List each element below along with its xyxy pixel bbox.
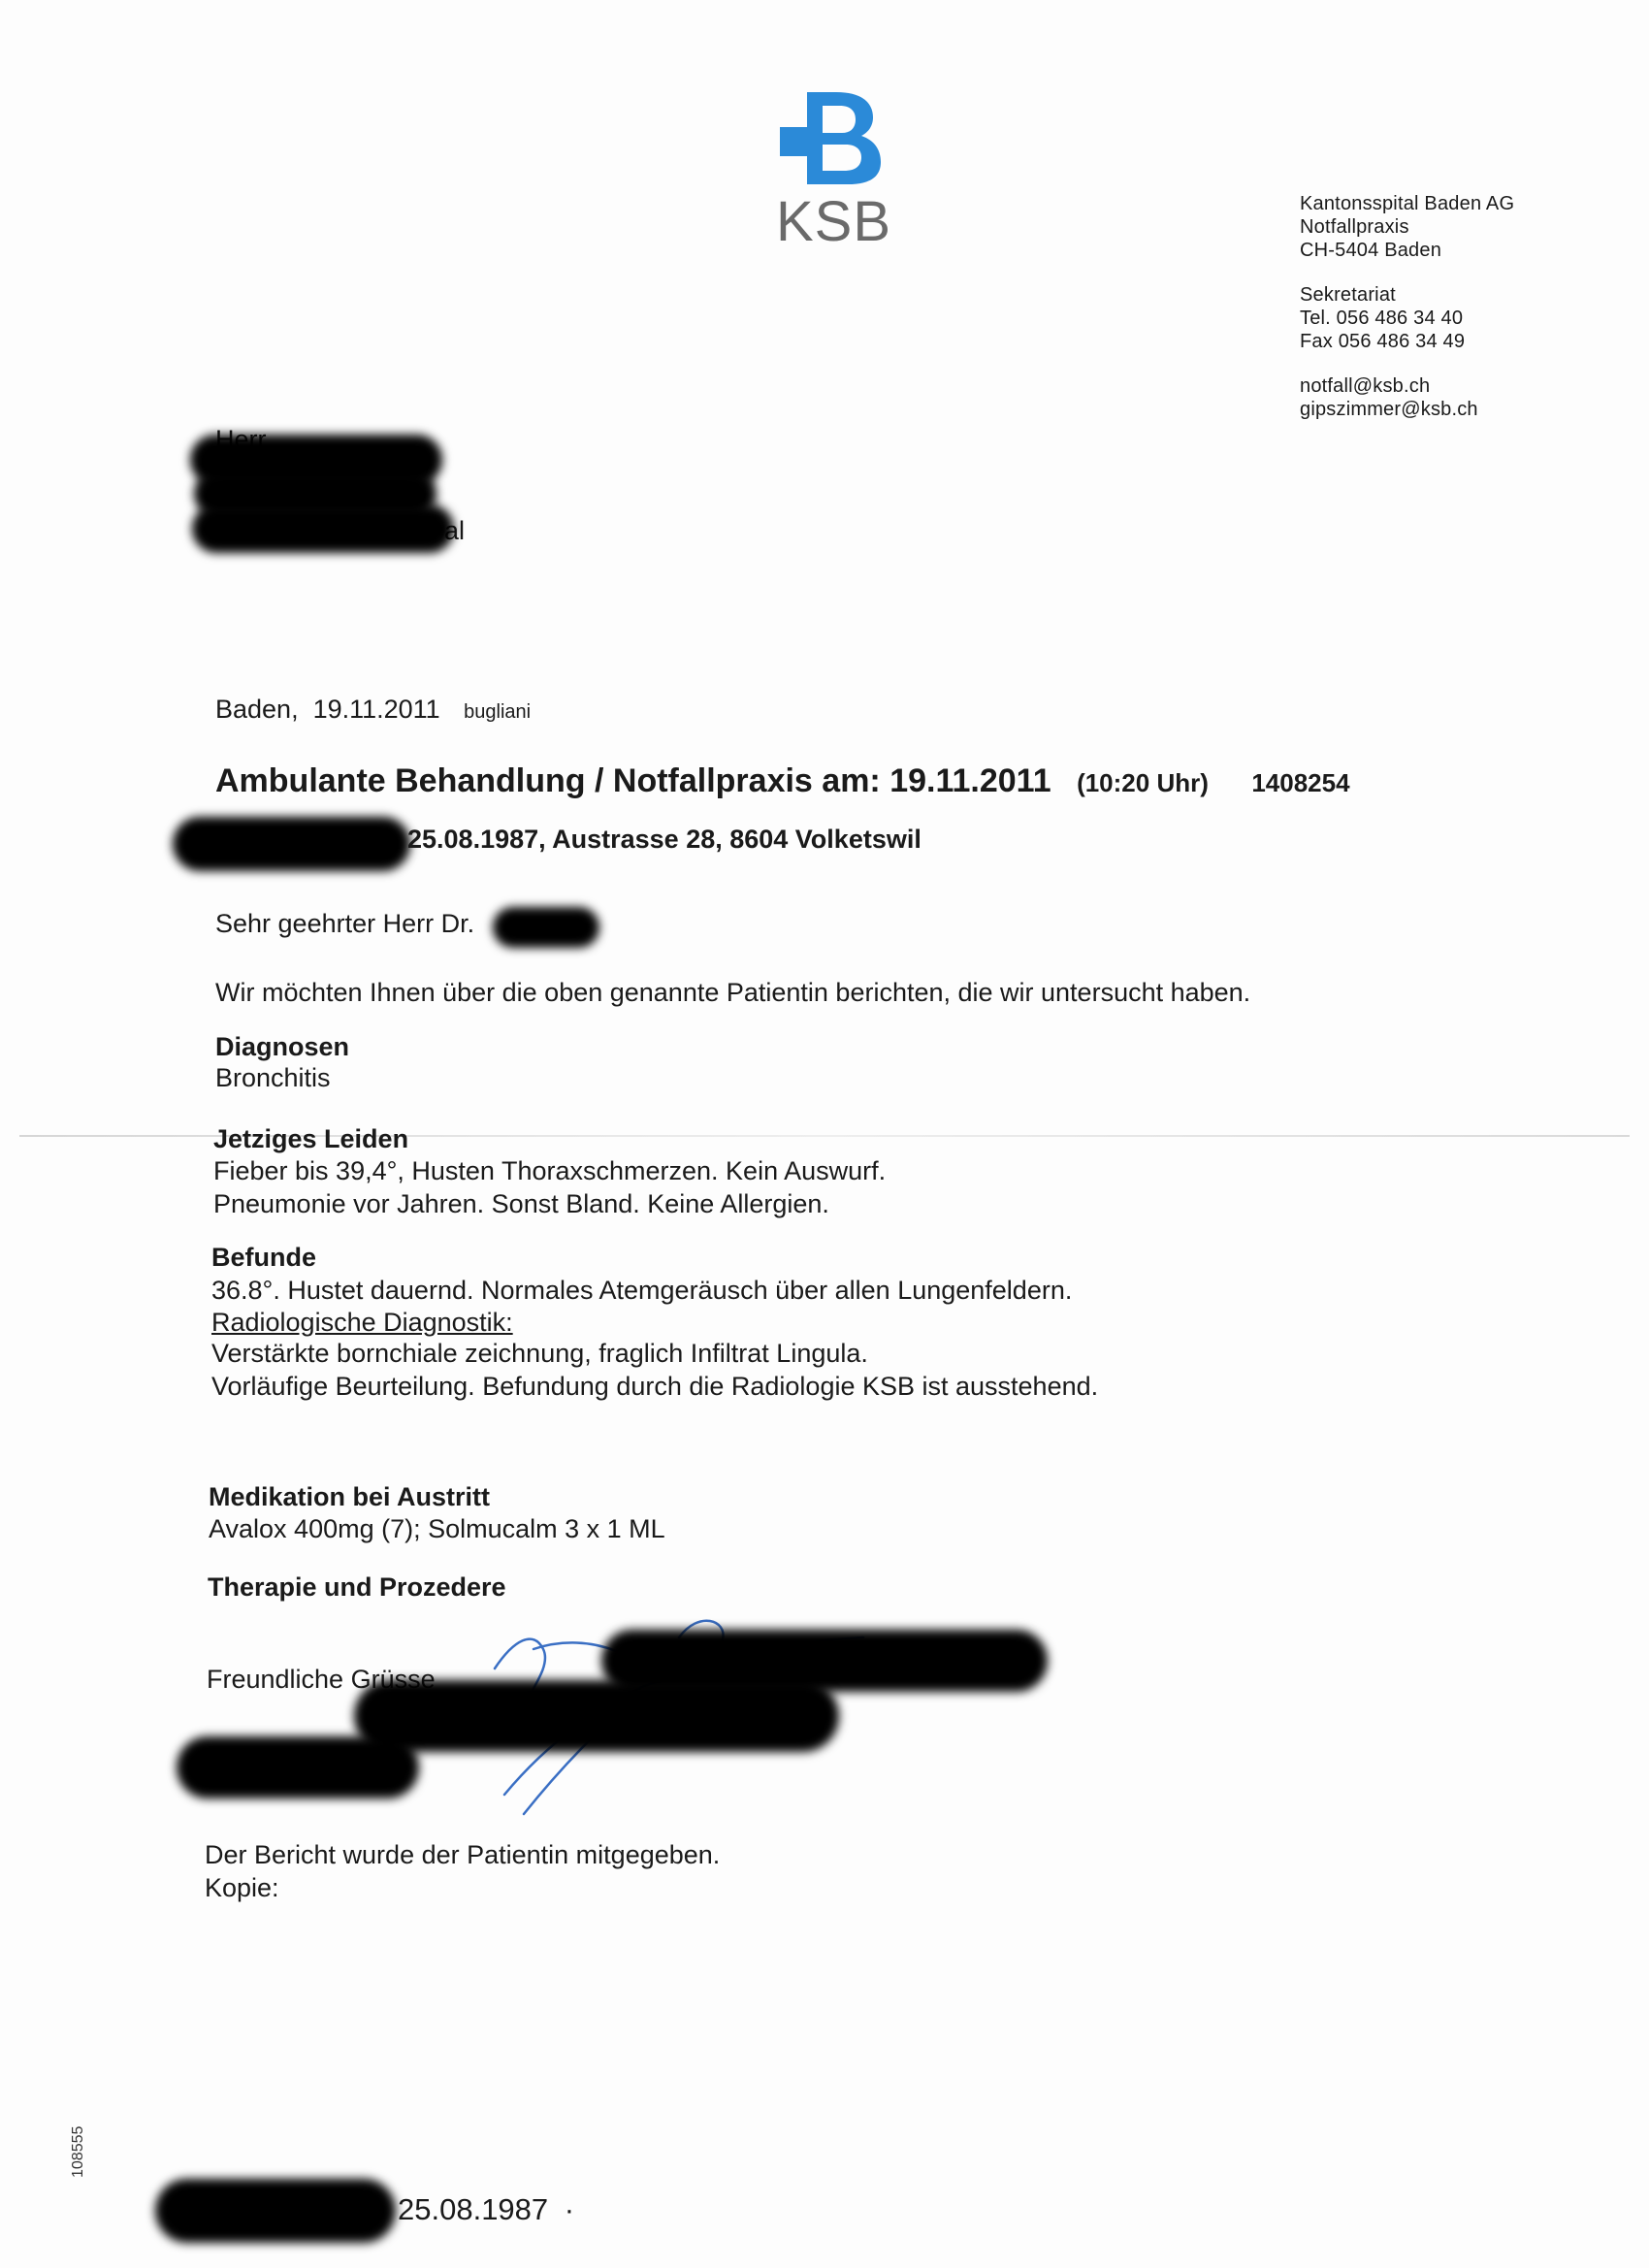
document-title: Ambulante Behandlung / Notfallpraxis am:…	[215, 762, 1350, 800]
section-line: Vorläufige Beurteilung. Befundung durch …	[211, 1372, 1099, 1401]
radiology-subheading: Radiologische Diagnostik:	[211, 1308, 513, 1337]
sender-email: gipszimmer@ksb.ch	[1300, 399, 1478, 420]
sender-line: Kantonsspital Baden AG	[1300, 193, 1515, 214]
section-jetziges-leiden: Jetziges Leiden Fieber bis 39,4°, Husten…	[213, 1123, 886, 1220]
section-heading: Diagnosen	[215, 1032, 350, 1061]
redaction-signature-3	[177, 1736, 419, 1798]
section-heading: Medikation bei Austritt	[209, 1482, 491, 1511]
sender-line: Notfallpraxis	[1300, 216, 1409, 238]
section-line: Fieber bis 39,4°, Husten Thoraxschmerzen…	[213, 1156, 887, 1185]
ksb-cross-icon	[780, 92, 881, 184]
redaction-footer-name	[155, 2179, 396, 2243]
date-line: Baden, 19.11.2011 bugliani	[215, 695, 531, 725]
title-main: Ambulante Behandlung / Notfallpraxis am:…	[215, 762, 1051, 799]
section-line: Pneumonie vor Jahren. Sonst Bland. Keine…	[213, 1189, 829, 1218]
salutation: Sehr geehrter Herr Dr.	[215, 909, 475, 938]
section-heading: Jetziges Leiden	[213, 1124, 409, 1153]
footer-date-line: 25.08.1987 ·	[398, 2192, 574, 2227]
sender-line: Tel. 056 486 34 40	[1300, 308, 1464, 329]
title-time: (10:20 Uhr)	[1077, 768, 1209, 797]
side-document-number: 108555	[70, 2125, 86, 2178]
redaction-recipient-3	[192, 504, 454, 553]
section-line: Avalox 400mg (7); Solmucalm 3 x 1 ML	[209, 1514, 665, 1543]
ksb-logo-text: KSB	[776, 190, 892, 253]
footer-date: 25.08.1987	[398, 2192, 549, 2226]
closing-note-block: Der Bericht wurde der Patientin mitgegeb…	[205, 1838, 720, 1904]
section-medikation: Medikation bei Austritt Avalox 400mg (7)…	[209, 1481, 665, 1545]
copy-label: Kopie:	[205, 1873, 279, 1902]
sender-address: Kantonsspital Baden AG Notfallpraxis CH-…	[1300, 192, 1514, 421]
patient-details: 25.08.1987, Austrasse 28, 8604 Volketswi…	[407, 825, 922, 854]
redaction-signature-2	[354, 1680, 839, 1752]
redaction-doctor-name	[493, 907, 599, 948]
closing-note: Der Bericht wurde der Patientin mitgegeb…	[205, 1840, 721, 1869]
ksb-logo: KSB	[776, 92, 892, 257]
sender-line: Sekretariat	[1300, 284, 1396, 306]
section-line: Bronchitis	[215, 1063, 331, 1092]
redaction-patient-name	[173, 817, 410, 871]
section-befunde: Befunde 36.8°. Hustet dauernd. Normales …	[211, 1242, 1098, 1403]
intro-text: Wir möchten Ihnen über die oben genannte…	[215, 978, 1251, 1007]
section-heading: Befunde	[211, 1243, 316, 1272]
sender-line: CH-5404 Baden	[1300, 240, 1442, 261]
sender-line: Fax 056 486 34 49	[1300, 331, 1466, 352]
author-code: bugliani	[464, 701, 532, 723]
place-date: Baden, 19.11.2011	[215, 695, 440, 724]
sender-email: notfall@ksb.ch	[1300, 375, 1431, 397]
section-line: Verstärkte bornchiale zeichnung, fraglic…	[211, 1339, 868, 1368]
footer-dot: ·	[564, 2192, 575, 2226]
case-number: 1408254	[1251, 768, 1350, 797]
section-line: 36.8°. Hustet dauernd. Normales Atemgerä…	[211, 1276, 1073, 1305]
section-diagnosen: Diagnosen Bronchitis	[215, 1031, 349, 1093]
